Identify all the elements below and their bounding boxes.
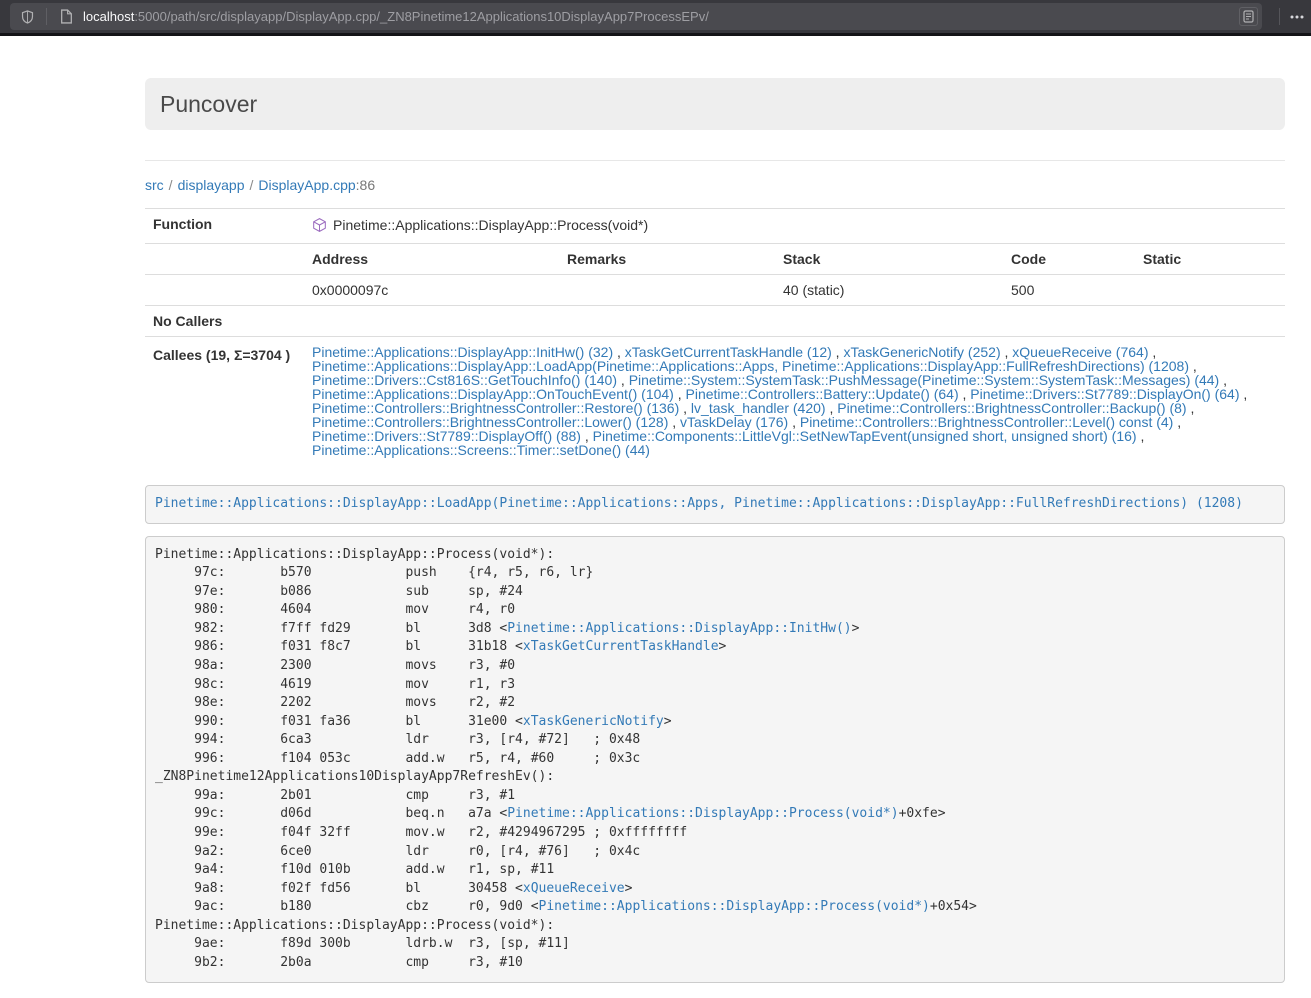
function-table: Function Pinetime::Applications::Display… bbox=[145, 208, 1285, 465]
page-info-icon[interactable] bbox=[55, 6, 77, 28]
address-value: 0x0000097c bbox=[304, 275, 559, 306]
callee-separator: , bbox=[1137, 428, 1145, 444]
breadcrumb: src/displayapp/DisplayApp.cpp:86 bbox=[145, 175, 1285, 195]
assembly-block: Pinetime::Applications::DisplayApp::Proc… bbox=[145, 536, 1285, 983]
code-value: 500 bbox=[1003, 275, 1135, 306]
asm-line: 9a8: f02f fd56 bl 30458 <xQueueReceive> bbox=[155, 880, 1275, 899]
remarks-value bbox=[559, 275, 775, 306]
breadcrumb-link-src[interactable]: src bbox=[145, 177, 164, 193]
overflow-menu-icon[interactable] bbox=[1289, 9, 1305, 25]
page-container: Puncover src/displayapp/DisplayApp.cpp:8… bbox=[145, 36, 1285, 983]
callee-link[interactable]: Pinetime::Applications::Screens::Timer::… bbox=[312, 442, 650, 458]
breadcrumb-separator: / bbox=[250, 177, 254, 193]
breadcrumb-separator: / bbox=[169, 177, 173, 193]
function-label: Function bbox=[145, 209, 304, 244]
url-text[interactable]: localhost:5000/path/src/displayapp/Displ… bbox=[83, 9, 1239, 24]
reader-mode-icon[interactable] bbox=[1239, 7, 1258, 26]
breadcrumb-line-number: :86 bbox=[356, 177, 375, 193]
asm-symbol-link[interactable]: Pinetime::Applications::DisplayApp::Init… bbox=[507, 621, 851, 636]
breadcrumb-link-file[interactable]: DisplayApp.cpp bbox=[258, 177, 355, 193]
urlbar-divider bbox=[46, 8, 47, 25]
asm-line: 996: f104 053c add.w r5, r4, #60 ; 0x3c bbox=[155, 750, 1275, 769]
asm-symbol-link[interactable]: Pinetime::Applications::DisplayApp::Proc… bbox=[539, 899, 930, 914]
asm-line: 97c: b570 push {r4, r5, r6, lr} bbox=[155, 564, 1275, 583]
assembly-code: Pinetime::Applications::DisplayApp::Proc… bbox=[155, 546, 1275, 973]
url-path: :5000/path/src/displayapp/DisplayApp.cpp… bbox=[134, 9, 709, 24]
asm-symbol-link[interactable]: Pinetime::Applications::DisplayApp::Proc… bbox=[507, 806, 898, 821]
asm-symbol-link[interactable]: xQueueReceive bbox=[523, 881, 625, 896]
asm-line: 9ae: f89d 300b ldrb.w r3, [sp, #11] bbox=[155, 935, 1275, 954]
asm-line: 98e: 2202 movs r2, #2 bbox=[155, 694, 1275, 713]
asm-line: Pinetime::Applications::DisplayApp::Proc… bbox=[155, 917, 1275, 936]
asm-line: 982: f7ff fd29 bl 3d8 <Pinetime::Applica… bbox=[155, 620, 1275, 639]
column-header-code: Code bbox=[1003, 244, 1135, 275]
asm-line: 980: 4604 mov r4, r0 bbox=[155, 601, 1275, 620]
function-row: Function Pinetime::Applications::Display… bbox=[145, 209, 1285, 244]
url-host: localhost bbox=[83, 9, 134, 24]
url-bar[interactable]: localhost:5000/path/src/displayapp/Displ… bbox=[10, 3, 1262, 30]
asm-line: 98a: 2300 movs r3, #0 bbox=[155, 657, 1275, 676]
selected-callee-link[interactable]: Pinetime::Applications::DisplayApp::Load… bbox=[155, 496, 1243, 511]
page-title: Puncover bbox=[160, 91, 257, 118]
asm-line: 9a2: 6ce0 ldr r0, [r4, #76] ; 0x4c bbox=[155, 843, 1275, 862]
selected-callee-block: Pinetime::Applications::DisplayApp::Load… bbox=[145, 485, 1285, 524]
asm-symbol-link[interactable]: xTaskGenericNotify bbox=[523, 714, 664, 729]
asm-line: 994: 6ca3 ldr r3, [r4, #72] ; 0x48 bbox=[155, 731, 1275, 750]
callees-list: Pinetime::Applications::DisplayApp::Init… bbox=[304, 337, 1285, 466]
callees-label: Callees (19, Σ=3704 ) bbox=[145, 337, 304, 466]
asm-line: Pinetime::Applications::DisplayApp::Proc… bbox=[155, 546, 1275, 565]
callee-separator: , bbox=[1173, 414, 1181, 430]
divider bbox=[145, 160, 1285, 161]
no-callers-row: No Callers bbox=[145, 306, 1285, 337]
asm-line: 9a4: f10d 010b add.w r1, sp, #11 bbox=[155, 861, 1275, 880]
app-banner: Puncover bbox=[145, 78, 1285, 130]
asm-symbol-link[interactable]: xTaskGetCurrentTaskHandle bbox=[523, 639, 719, 654]
function-cube-icon bbox=[312, 217, 327, 235]
column-header-remarks: Remarks bbox=[559, 244, 775, 275]
no-callers-label: No Callers bbox=[145, 306, 304, 337]
toolbar-divider bbox=[1279, 8, 1280, 25]
breadcrumb-link-displayapp[interactable]: displayapp bbox=[178, 177, 245, 193]
column-header-static: Static bbox=[1135, 244, 1285, 275]
asm-line: 99a: 2b01 cmp r3, #1 bbox=[155, 787, 1275, 806]
callee-separator: , bbox=[1240, 386, 1248, 402]
asm-line: 97e: b086 sub sp, #24 bbox=[155, 583, 1275, 602]
asm-line: 98c: 4619 mov r1, r3 bbox=[155, 676, 1275, 695]
asm-line: _ZN8Pinetime12Applications10DisplayApp7R… bbox=[155, 768, 1275, 787]
callee-link[interactable]: Pinetime::Components::LittleVgl::SetNewT… bbox=[593, 428, 1137, 444]
column-header-address: Address bbox=[304, 244, 559, 275]
browser-toolbar: localhost:5000/path/src/displayapp/Displ… bbox=[0, 0, 1311, 33]
callee-separator: , bbox=[1187, 400, 1195, 416]
column-header-stack: Stack bbox=[775, 244, 1003, 275]
shield-icon[interactable] bbox=[16, 6, 38, 28]
stats-header-row: Address Remarks Stack Code Static bbox=[145, 244, 1285, 275]
asm-line: 9ac: b180 cbz r0, 9d0 <Pinetime::Applica… bbox=[155, 898, 1275, 917]
asm-line: 986: f031 f8c7 bl 31b18 <xTaskGetCurrent… bbox=[155, 638, 1275, 657]
asm-line: 99c: d06d beq.n a7a <Pinetime::Applicati… bbox=[155, 805, 1275, 824]
stack-value: 40 (static) bbox=[775, 275, 1003, 306]
callees-row: Callees (19, Σ=3704 ) Pinetime::Applicat… bbox=[145, 337, 1285, 466]
function-name: Pinetime::Applications::DisplayApp::Proc… bbox=[333, 217, 648, 233]
asm-line: 9b2: 2b0a cmp r3, #10 bbox=[155, 954, 1275, 973]
static-value bbox=[1135, 275, 1285, 306]
asm-line: 99e: f04f 32ff mov.w r2, #4294967295 ; 0… bbox=[155, 824, 1275, 843]
asm-line: 990: f031 fa36 bl 31e00 <xTaskGenericNot… bbox=[155, 713, 1275, 732]
stats-value-row: 0x0000097c 40 (static) 500 bbox=[145, 275, 1285, 306]
